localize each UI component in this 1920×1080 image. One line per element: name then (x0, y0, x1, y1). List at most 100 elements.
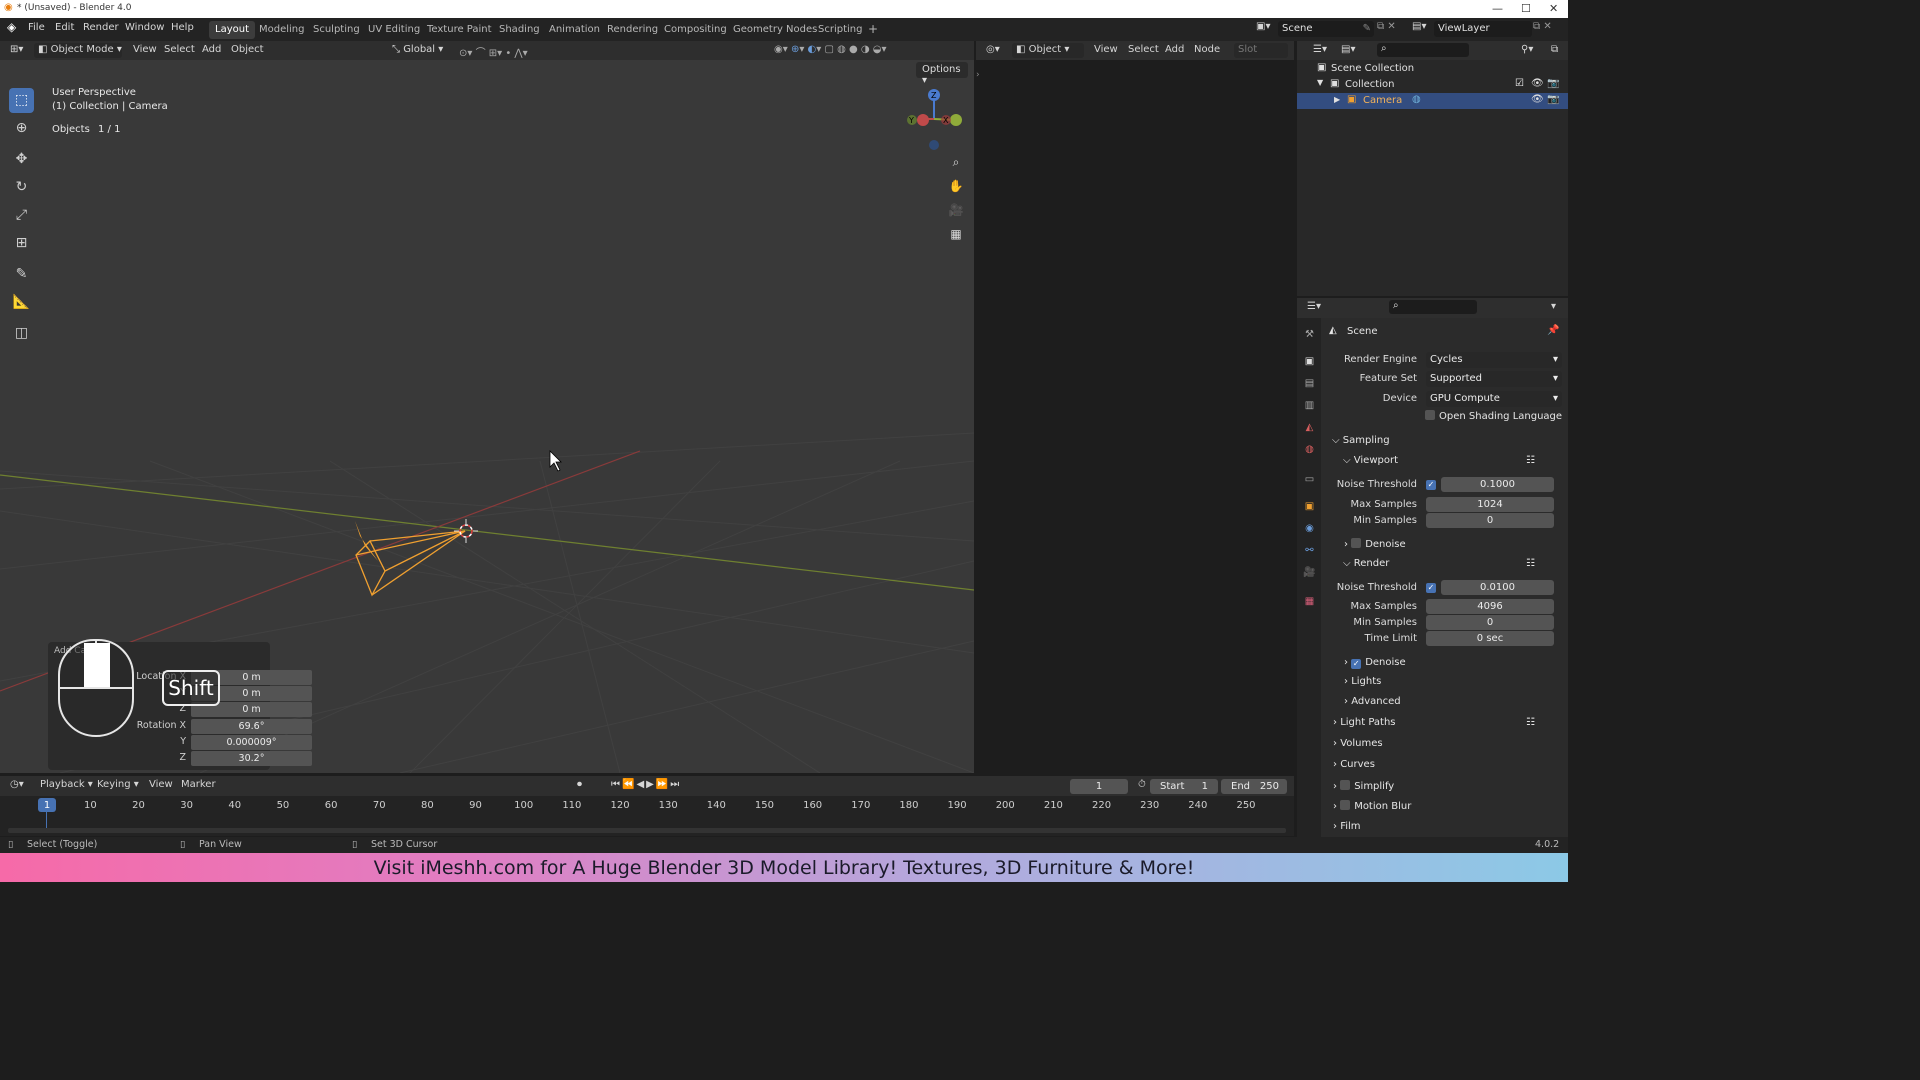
viewport-min-field[interactable]: 0 (1426, 513, 1554, 528)
viewport-max-field[interactable]: 1024 (1426, 497, 1554, 512)
slot-dropdown[interactable]: Slot (1234, 43, 1288, 58)
tab-sculpting[interactable]: Sculpting (307, 21, 366, 39)
render-max-field[interactable]: 4096 (1426, 599, 1554, 614)
current-frame-field[interactable]: 1 (1070, 779, 1128, 794)
move-tool-icon[interactable]: ✥ (9, 147, 34, 172)
preset-list-icon[interactable]: ☷ (1526, 455, 1535, 466)
render-tab-icon[interactable]: ▣ (1303, 355, 1316, 368)
start-frame-field[interactable]: Start 1 (1150, 779, 1218, 794)
sampling-panel-header[interactable]: ⌵ Sampling (1332, 435, 1390, 446)
timeline-menu-marker[interactable]: Marker (177, 778, 220, 793)
properties-options-icon[interactable]: ▾ (1547, 300, 1560, 315)
view-layer-tab-icon[interactable]: ▥ (1303, 399, 1316, 412)
preset-list-icon[interactable]: ☷ (1526, 717, 1535, 728)
tab-shading[interactable]: Shading (493, 21, 546, 39)
pivot-icon[interactable]: ⊙▾ ⌒ ⊞▾ • ⋀▾ (455, 43, 532, 59)
use-preview-range-icon[interactable]: ⏱ (1134, 778, 1150, 793)
tab-geometry-nodes[interactable]: Geometry Nodes (727, 21, 823, 39)
transform-tool-icon[interactable]: ⊞ (9, 231, 34, 256)
select-box-tool[interactable]: ⬚ (9, 88, 34, 113)
new-viewlayer-icon[interactable]: ⧉ ✕ (1533, 21, 1552, 32)
tool-tab-icon[interactable]: ⚒ (1303, 328, 1316, 341)
scene-name-field[interactable]: Scene ✎ (1278, 21, 1374, 37)
viewport-denoise-header[interactable]: › Denoise (1344, 538, 1406, 550)
filter-icon[interactable]: ⚲▾ (1517, 43, 1537, 58)
node-menu-view[interactable]: View (1090, 43, 1122, 58)
new-scene-icon[interactable]: ⧉ ✕ (1377, 21, 1396, 32)
tab-animation[interactable]: Animation (543, 21, 606, 39)
texture-tab-icon[interactable]: ▦ (1303, 595, 1316, 608)
orientation-dropdown[interactable]: ⤡ Global ▾ (388, 43, 447, 58)
render-camera-icon[interactable]: 📷 (1547, 78, 1559, 89)
render-noise-field[interactable]: 0.0100 (1441, 580, 1554, 595)
add-workspace-button[interactable]: + (862, 19, 884, 37)
menu-render[interactable]: Render (83, 22, 119, 33)
viewport-menu-object[interactable]: Object (227, 43, 268, 58)
shader-node-editor[interactable] (976, 41, 1294, 773)
editor-type-icon[interactable]: ⊞▾ (6, 43, 27, 58)
motion-blur-panel[interactable]: › Motion Blur (1333, 800, 1411, 812)
shader-type-dropdown[interactable]: ◧ Object ▾ (1012, 43, 1084, 58)
constraints-tab-icon[interactable]: ⚯ (1303, 544, 1316, 557)
object-data-tab-icon[interactable]: 🎥 (1303, 566, 1316, 579)
ortho-grid-icon[interactable]: ▦ (946, 227, 966, 247)
preset-list-icon[interactable]: ☷ (1526, 558, 1535, 569)
viewport-noise-checkbox[interactable]: ✓ (1426, 480, 1436, 490)
navigation-gizmo[interactable]: Z Y X (900, 85, 966, 151)
eye-icon[interactable]: 👁 (1531, 78, 1544, 89)
device-dropdown[interactable]: GPU Compute ▾ (1426, 391, 1562, 407)
playback-controls[interactable]: ⏮⏪◀▶⏩⏭ (607, 778, 685, 793)
curves-panel[interactable]: › Curves (1333, 759, 1375, 770)
scene-selector-icon[interactable]: ▣▾ (1256, 21, 1270, 32)
lights-subpanel[interactable]: › Lights (1344, 676, 1381, 687)
zoom-icon[interactable]: ⌕ (946, 155, 966, 175)
cursor-tool-icon[interactable]: ⊕ (9, 116, 34, 141)
visibility-icon[interactable]: ◉▾ ⊕▾ ◐▾ ▢ ◍ ● ◑ ◒▾ (770, 43, 891, 58)
menu-edit[interactable]: Edit (55, 22, 74, 33)
properties-search-input[interactable]: ⌕ (1389, 300, 1477, 314)
menu-file[interactable]: File (28, 22, 45, 33)
rotation-x-field[interactable]: 69.6° (191, 719, 312, 734)
rotation-y-field[interactable]: 0.000009° (191, 735, 312, 750)
add-cube-tool-icon[interactable]: ◫ (9, 321, 34, 346)
tab-rendering[interactable]: Rendering (601, 21, 664, 39)
timeline-editor-type-icon[interactable]: ◷▾ (6, 778, 28, 793)
feature-set-dropdown[interactable]: Supported ▾ (1426, 371, 1562, 387)
render-noise-checkbox[interactable]: ✓ (1426, 583, 1436, 593)
blender-menu-icon[interactable]: ◈ (7, 20, 16, 34)
tab-uv-editing[interactable]: UV Editing (362, 21, 426, 39)
mode-dropdown[interactable]: ◧ Object Mode ▾ (34, 43, 122, 58)
node-menu-node[interactable]: Node (1190, 43, 1224, 58)
camera-view-icon[interactable]: 🎥 (946, 203, 966, 223)
options-dropdown[interactable]: Options ▾ (916, 62, 968, 86)
display-mode-icon[interactable]: ▤▾ (1337, 43, 1359, 58)
render-engine-dropdown[interactable]: Cycles ▾ (1426, 352, 1562, 368)
outliner-row-camera[interactable]: ▶ ▣ Camera ◍ 👁 📷 (1297, 93, 1568, 109)
advanced-subpanel[interactable]: › Advanced (1344, 696, 1401, 707)
expand-arrow-icon[interactable]: ▶ (1334, 95, 1340, 104)
record-button[interactable]: ⏺ (573, 778, 586, 793)
time-limit-field[interactable]: 0 sec (1426, 631, 1554, 646)
maximize-button[interactable]: ☐ (1521, 2, 1531, 15)
tab-scripting[interactable]: Scripting (812, 21, 868, 39)
node-menu-select[interactable]: Select (1124, 43, 1163, 58)
film-panel[interactable]: › Film (1333, 821, 1361, 832)
timeline-menu-view[interactable]: View (145, 778, 177, 793)
pin-icon[interactable]: ✎ (1363, 23, 1371, 34)
pan-hand-icon[interactable]: ✋ (946, 179, 966, 199)
osl-checkbox[interactable]: Open Shading Language (1425, 410, 1562, 422)
menu-help[interactable]: Help (171, 22, 194, 33)
viewlayer-name-field[interactable]: ViewLayer (1434, 21, 1532, 37)
collection-tab-icon[interactable]: ▭ (1303, 473, 1316, 486)
menu-window[interactable]: Window (125, 22, 164, 33)
viewport-menu-view[interactable]: View (129, 43, 161, 58)
end-frame-field[interactable]: End 250 (1221, 779, 1287, 794)
object-tab-icon[interactable]: ▣ (1303, 500, 1316, 513)
world-tab-icon[interactable]: ◍ (1303, 443, 1316, 456)
node-menu-add[interactable]: Add (1161, 43, 1188, 58)
annotate-tool-icon[interactable]: ✎ (9, 262, 34, 287)
physics-tab-icon[interactable]: ◉ (1303, 522, 1316, 535)
outliner-row-scene-collection[interactable]: ▣ Scene Collection (1297, 61, 1568, 77)
scale-tool-icon[interactable]: ⤢ (9, 203, 34, 228)
outliner-row-collection[interactable]: ▼ ▣ Collection ☑ 👁 📷 (1297, 77, 1568, 93)
